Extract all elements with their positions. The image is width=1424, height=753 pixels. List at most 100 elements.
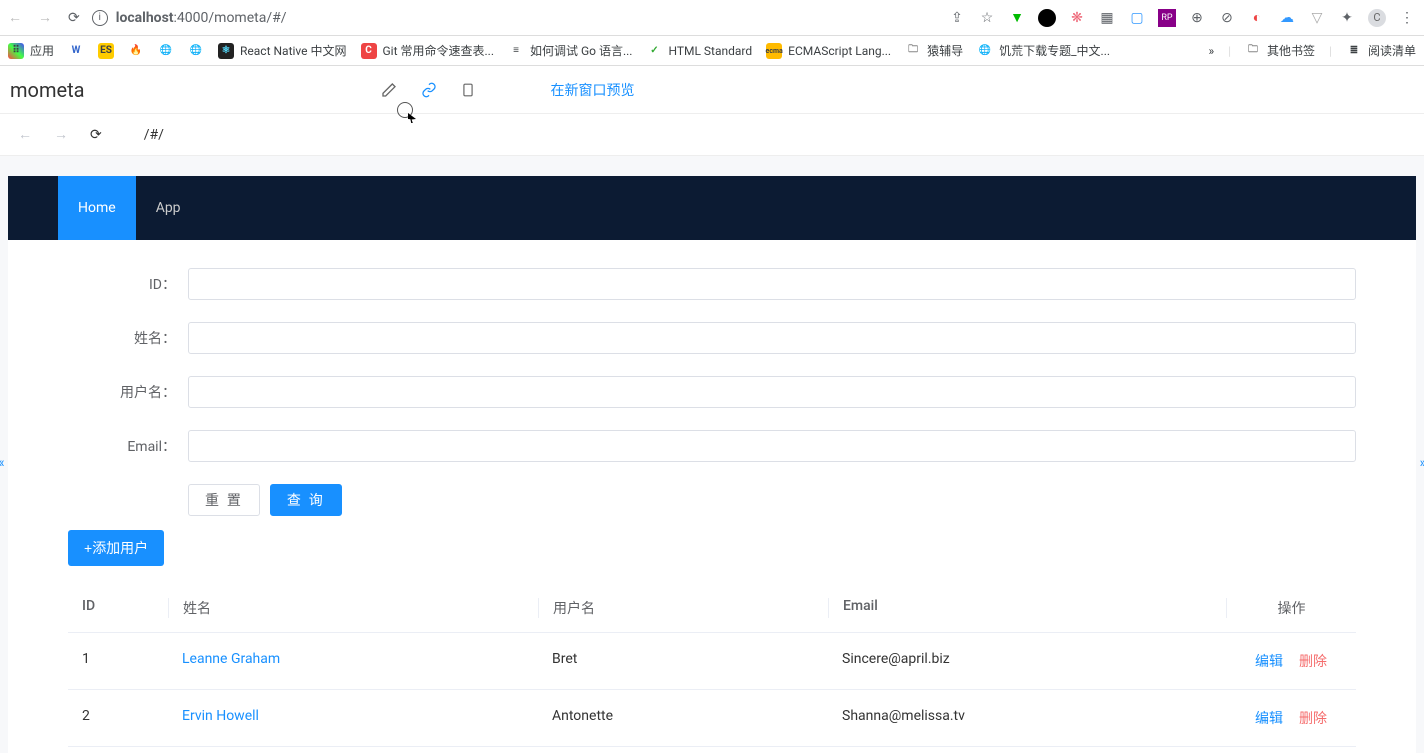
forward-icon[interactable]: → [38,9,52,26]
name-label: 姓名： [68,328,188,348]
bookmark-item[interactable]: ecma ECMAScript Lang... [766,43,891,59]
page-nav: Home App [8,176,1416,240]
bookmark-label: HTML Standard [668,44,752,58]
bookmark-item[interactable]: 🗀猿辅导 [905,42,963,59]
app-tools [381,81,475,99]
bookmark-label: React Native 中文网 [240,42,346,59]
edit-link[interactable]: 编辑 [1255,654,1283,670]
site-info-icon[interactable]: i [92,10,108,26]
ext-icon-block[interactable]: ⊘ [1218,9,1236,27]
nav-home[interactable]: Home [58,176,136,240]
cell-id: 2 [68,708,168,728]
menu-icon[interactable]: ⋮ [1398,9,1416,27]
ext-icon-funnel[interactable]: ▽ [1308,9,1326,27]
ext-icon-1[interactable] [1038,9,1056,27]
link-icon[interactable] [421,82,437,98]
id-label: ID： [68,274,188,294]
preview-frame: Home App ID： 姓名： 用户名： Email： 重 置 查 询 [8,176,1416,753]
ext-icon-off[interactable]: ☁ [1278,9,1296,27]
name-input[interactable] [188,322,1356,354]
reading-label: 阅读清单 [1368,42,1416,59]
inner-url[interactable]: /#/ [144,127,164,143]
reading-list[interactable]: ≣ 阅读清单 [1346,42,1416,59]
share-icon[interactable]: ⇪ [948,9,966,27]
user-input[interactable] [188,376,1356,408]
bookmark-label: 饥荒下载专题_中文... [999,42,1110,59]
bookmark-icon: C [361,43,377,59]
reset-button[interactable]: 重 置 [188,484,260,516]
app-title: mometa [10,78,85,102]
query-button[interactable]: 查 询 [270,484,342,516]
globe-icon: 🌐 [158,43,174,59]
bookmark-icon: 🔥 [128,43,144,59]
bookmark-item[interactable]: ≡ 如何调试 Go 语言... [508,42,632,59]
folder-icon: 🗀 [905,43,921,59]
ext-icon-rp[interactable]: RP [1158,9,1176,27]
bookmark-item[interactable]: W [68,43,84,59]
left-handle-icon[interactable]: « [0,455,5,471]
back-icon[interactable]: ← [8,9,22,26]
inner-forward-icon[interactable]: → [54,126,68,143]
inner-back-icon[interactable]: ← [18,126,32,143]
ext-icon-qr[interactable]: ▦ [1098,9,1116,27]
address-bar[interactable]: i localhost:4000/mometa/#/ [92,10,936,26]
bookmark-item[interactable]: 🌐 [188,43,204,59]
cursor-pointer [397,102,413,118]
bookmark-icon: ecma [766,43,782,59]
bookmark-item[interactable]: ES [98,43,114,59]
bookmark-item[interactable]: ✓ HTML Standard [646,43,752,59]
bookmark-label: Git 常用命令速查表... [383,42,495,59]
bookmark-item[interactable]: C Git 常用命令速查表... [361,42,495,59]
ext-icon-globe[interactable]: ⊕ [1188,9,1206,27]
cell-name[interactable]: Leanne Graham [168,651,538,671]
bookmark-icon: ≡ [508,43,524,59]
shield-icon[interactable]: ▼ [1008,9,1026,27]
th-email: Email [828,598,1226,618]
reading-icon: ≣ [1346,43,1362,59]
bookmark-item[interactable]: 🔥 [128,43,144,59]
bookmarks-bar: ⠿ 应用 W ES 🔥 🌐 🌐 ⚛React Native 中文网 C Git 常… [0,36,1424,66]
th-user: 用户名 [538,598,828,618]
cell-name[interactable]: Ervin Howell [168,708,538,728]
delete-link[interactable]: 删除 [1299,711,1327,727]
preview-area: « » Home App ID： 姓名： 用户名： Email： [0,156,1424,753]
bookmark-label: 如何调试 Go 语言... [530,42,632,59]
extensions-icon[interactable]: ✦ [1338,9,1356,27]
globe-icon: 🌐 [188,43,204,59]
delete-link[interactable]: 删除 [1299,654,1327,670]
id-input[interactable] [188,268,1356,300]
cell-user: Bret [538,651,828,671]
bookmark-label: ECMAScript Lang... [788,44,891,58]
bookmarks-more[interactable]: » [1208,44,1214,58]
email-label: Email： [68,436,188,456]
user-table: ID 姓名 用户名 Email 操作 1 Leanne Graham Bret … [68,584,1356,747]
star-icon[interactable]: ☆ [978,9,996,27]
inner-nav: ← → ⟳ /#/ [0,114,1424,156]
plus-icon: + [84,540,92,556]
nav-app[interactable]: App [136,176,201,240]
user-label: 用户名： [68,382,188,402]
preview-link[interactable]: 在新窗口预览 [551,80,635,100]
ext-icon-video[interactable]: ▢ [1128,9,1146,27]
bookmark-item[interactable]: 🌐饥荒下载专题_中文... [977,42,1110,59]
add-user-button[interactable]: +添加用户 [68,530,164,566]
cell-user: Antonette [538,708,828,728]
bookmark-icon: ES [98,43,114,59]
bookmark-item[interactable]: 🌐 [158,43,174,59]
reload-icon[interactable]: ⟳ [68,10,80,26]
apps-button[interactable]: ⠿ 应用 [8,42,54,59]
mobile-icon[interactable] [461,81,475,99]
edit-icon[interactable] [381,82,397,98]
edit-link[interactable]: 编辑 [1255,711,1283,727]
cell-id: 1 [68,651,168,671]
bookmark-item[interactable]: ⚛React Native 中文网 [218,42,346,59]
other-bookmarks[interactable]: 🗀其他书签 [1245,42,1315,59]
bookmark-icon: ✓ [646,43,662,59]
right-handle-icon[interactable]: » [1419,455,1424,471]
email-input[interactable] [188,430,1356,462]
ext-icon-drop[interactable]: ◐ [1248,9,1266,27]
profile-icon[interactable]: C [1368,9,1386,27]
ext-icon-2[interactable]: ❋ [1068,9,1086,27]
inner-reload-icon[interactable]: ⟳ [90,127,102,143]
url-host: localhost:4000/mometa/#/ [116,10,287,26]
